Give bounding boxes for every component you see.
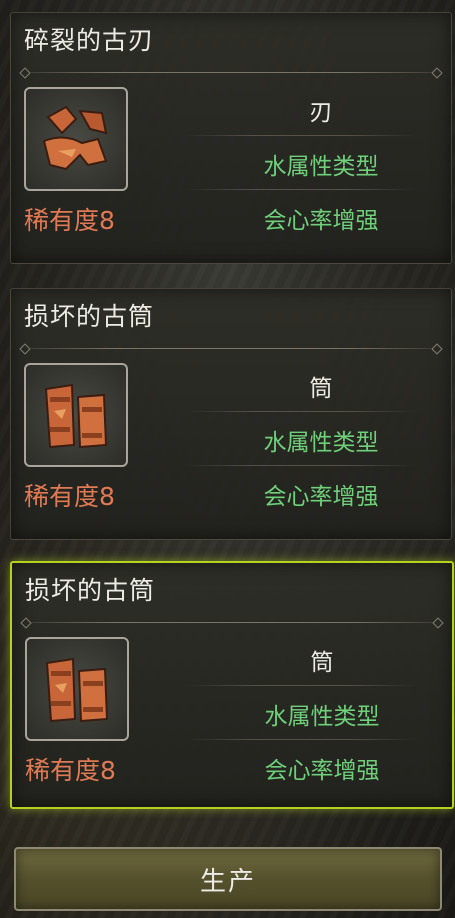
broken-barrel-icon <box>24 363 128 467</box>
material-card-blade[interactable]: 碎裂的古刃 稀有度8 刃 水属性类型 会心率增强 <box>10 12 452 264</box>
attr-divider <box>187 685 417 686</box>
rarity-label: 稀有度8 <box>25 756 116 785</box>
attr-divider <box>186 135 416 136</box>
material-name: 损坏的古筒 <box>24 302 155 331</box>
broken-blade-icon <box>24 87 128 191</box>
divider <box>20 617 444 629</box>
material-name: 碎裂的古刃 <box>24 26 155 55</box>
skill-bonus: 会心率增强 <box>264 758 380 784</box>
rarity-label: 稀有度8 <box>24 482 115 511</box>
element-type: 水属性类型 <box>263 430 379 456</box>
skill-bonus: 会心率增强 <box>263 484 379 510</box>
weapon-part-type: 筒 <box>310 650 334 676</box>
produce-button[interactable]: 生产 <box>14 847 442 911</box>
divider <box>19 343 443 355</box>
weapon-part-type: 筒 <box>309 376 333 402</box>
skill-bonus: 会心率增强 <box>263 208 379 234</box>
produce-button-label: 生产 <box>199 866 256 897</box>
weapon-part-type: 刃 <box>309 100 333 126</box>
attr-divider <box>186 411 416 412</box>
element-type: 水属性类型 <box>263 154 379 180</box>
element-type: 水属性类型 <box>264 704 380 730</box>
attr-divider <box>186 465 416 466</box>
attr-divider <box>186 189 416 190</box>
material-name: 损坏的古筒 <box>25 576 156 605</box>
rarity-label: 稀有度8 <box>24 206 115 235</box>
broken-barrel-icon <box>25 637 129 741</box>
divider <box>19 67 443 79</box>
material-card-barrel-selected[interactable]: 损坏的古筒 稀有度8 筒 水属性类型 会心率增强 <box>10 561 454 809</box>
material-card-barrel[interactable]: 损坏的古筒 稀有度8 筒 水属性类型 会心率增强 <box>10 288 452 540</box>
attr-divider <box>187 739 417 740</box>
